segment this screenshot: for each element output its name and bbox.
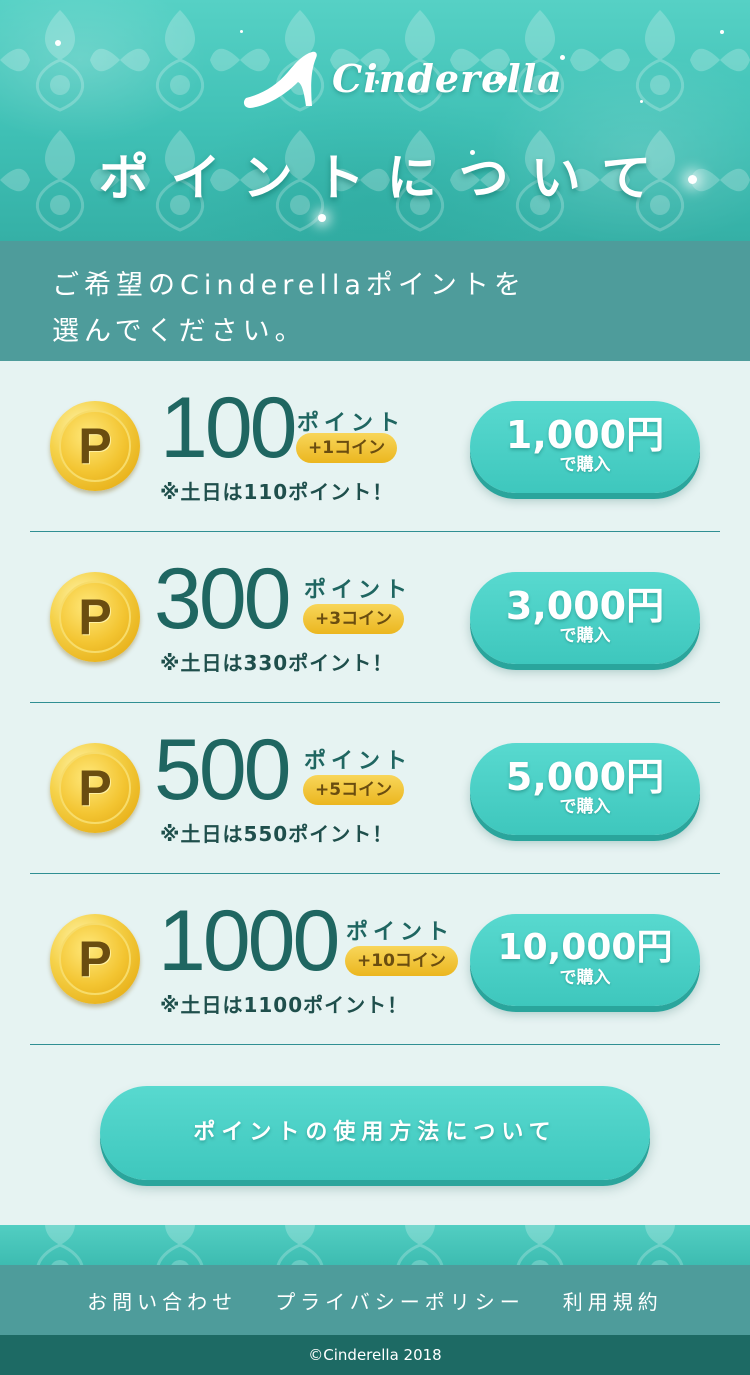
heart-icon: ♥	[494, 72, 509, 91]
bonus-coin-badge: +3コイン	[303, 604, 405, 634]
point-coin-icon: P	[50, 914, 140, 1004]
point-coin-icon: P	[50, 572, 140, 662]
buy-sub-label: で購入	[559, 626, 611, 646]
buy-price: 5,000円	[505, 755, 665, 799]
footer-link-contact[interactable]: お問い合わせ	[87, 1286, 237, 1315]
copyright: ©Cinderella 2018	[0, 1335, 750, 1375]
weekend-bonus-note: ※土日は550ポイント！	[160, 822, 394, 846]
weekend-bonus-note: ※土日は1100ポイント！	[160, 993, 409, 1017]
buy-sub-label: で購入	[559, 968, 611, 988]
bonus-coin-badge: +1コイン	[296, 433, 398, 463]
intro-line-2: 選んでください。	[52, 316, 307, 347]
point-coin-icon: P	[50, 743, 140, 833]
buy-price: 3,000円	[505, 584, 665, 628]
damask-pattern	[0, 1225, 750, 1265]
logo-text: Cinderella	[332, 56, 563, 101]
buy-button-500[interactable]: 5,000円 で購入	[470, 743, 700, 835]
buy-sub-label: で購入	[559, 455, 611, 475]
footer-link-privacy[interactable]: プライバシーポリシー	[275, 1286, 525, 1315]
weekend-bonus-note: ※土日は110ポイント！	[160, 480, 394, 504]
footer-link-terms[interactable]: 利用規約	[563, 1286, 663, 1315]
buy-price: 1,000円	[505, 413, 665, 457]
point-amount: 1000	[158, 893, 340, 989]
header-banner: Cinderella ♥ ポイントについて	[0, 0, 750, 241]
point-unit-label: ポイント	[346, 920, 455, 945]
point-amount: 100	[160, 380, 297, 476]
bonus-coin-badge: +10コイン	[345, 946, 458, 976]
sparkle	[318, 214, 326, 222]
buy-button-100[interactable]: 1,000円 で購入	[470, 401, 700, 493]
buy-button-1000[interactable]: 10,000円 で購入	[470, 914, 700, 1006]
bonus-coin-badge: +5コイン	[303, 775, 405, 805]
page-title: ポイントについて	[98, 149, 674, 207]
point-plan-row: P 500 ポイント +5コイン ※土日は550ポイント！ 5,000円 で購入	[0, 703, 750, 874]
point-unit-label: ポイント	[304, 749, 413, 774]
footer-pattern	[0, 1225, 750, 1265]
buy-button-300[interactable]: 3,000円 で購入	[470, 572, 700, 664]
sparkle	[55, 40, 61, 46]
weekend-bonus-note: ※土日は330ポイント！	[160, 651, 394, 675]
glass-slipper-icon	[243, 51, 317, 108]
sparkle	[240, 30, 243, 33]
point-coin-icon: P	[50, 401, 140, 491]
footer-nav: お問い合わせ プライバシーポリシー 利用規約	[0, 1265, 750, 1335]
point-amount: 300	[154, 551, 291, 647]
point-amount: 500	[154, 722, 291, 818]
intro-line-1: ご希望のCinderellaポイントを	[52, 270, 526, 301]
buy-price: 10,000円	[497, 927, 673, 968]
point-usage-guide-button[interactable]: ポイントの使用方法について	[100, 1086, 650, 1180]
buy-sub-label: で購入	[559, 797, 611, 817]
point-plan-row: P 1000 ポイント +10コイン ※土日は1100ポイント！ 10,000円…	[0, 874, 750, 1045]
intro-band: ご希望のCinderellaポイントを 選んでください。	[0, 241, 750, 361]
cinderella-logo[interactable]: Cinderella ♥	[242, 50, 562, 112]
divider	[30, 1044, 720, 1045]
point-plan-list: P 100 ポイント +1コイン ※土日は110ポイント！ 1,000円 で購入…	[0, 361, 750, 1045]
point-unit-label: ポイント	[304, 578, 413, 603]
point-plan-row: P 300 ポイント +3コイン ※土日は330ポイント！ 3,000円 で購入	[0, 532, 750, 703]
point-plan-row: P 100 ポイント +1コイン ※土日は110ポイント！ 1,000円 で購入	[0, 361, 750, 532]
sparkle	[640, 100, 643, 103]
sparkle	[720, 30, 724, 34]
